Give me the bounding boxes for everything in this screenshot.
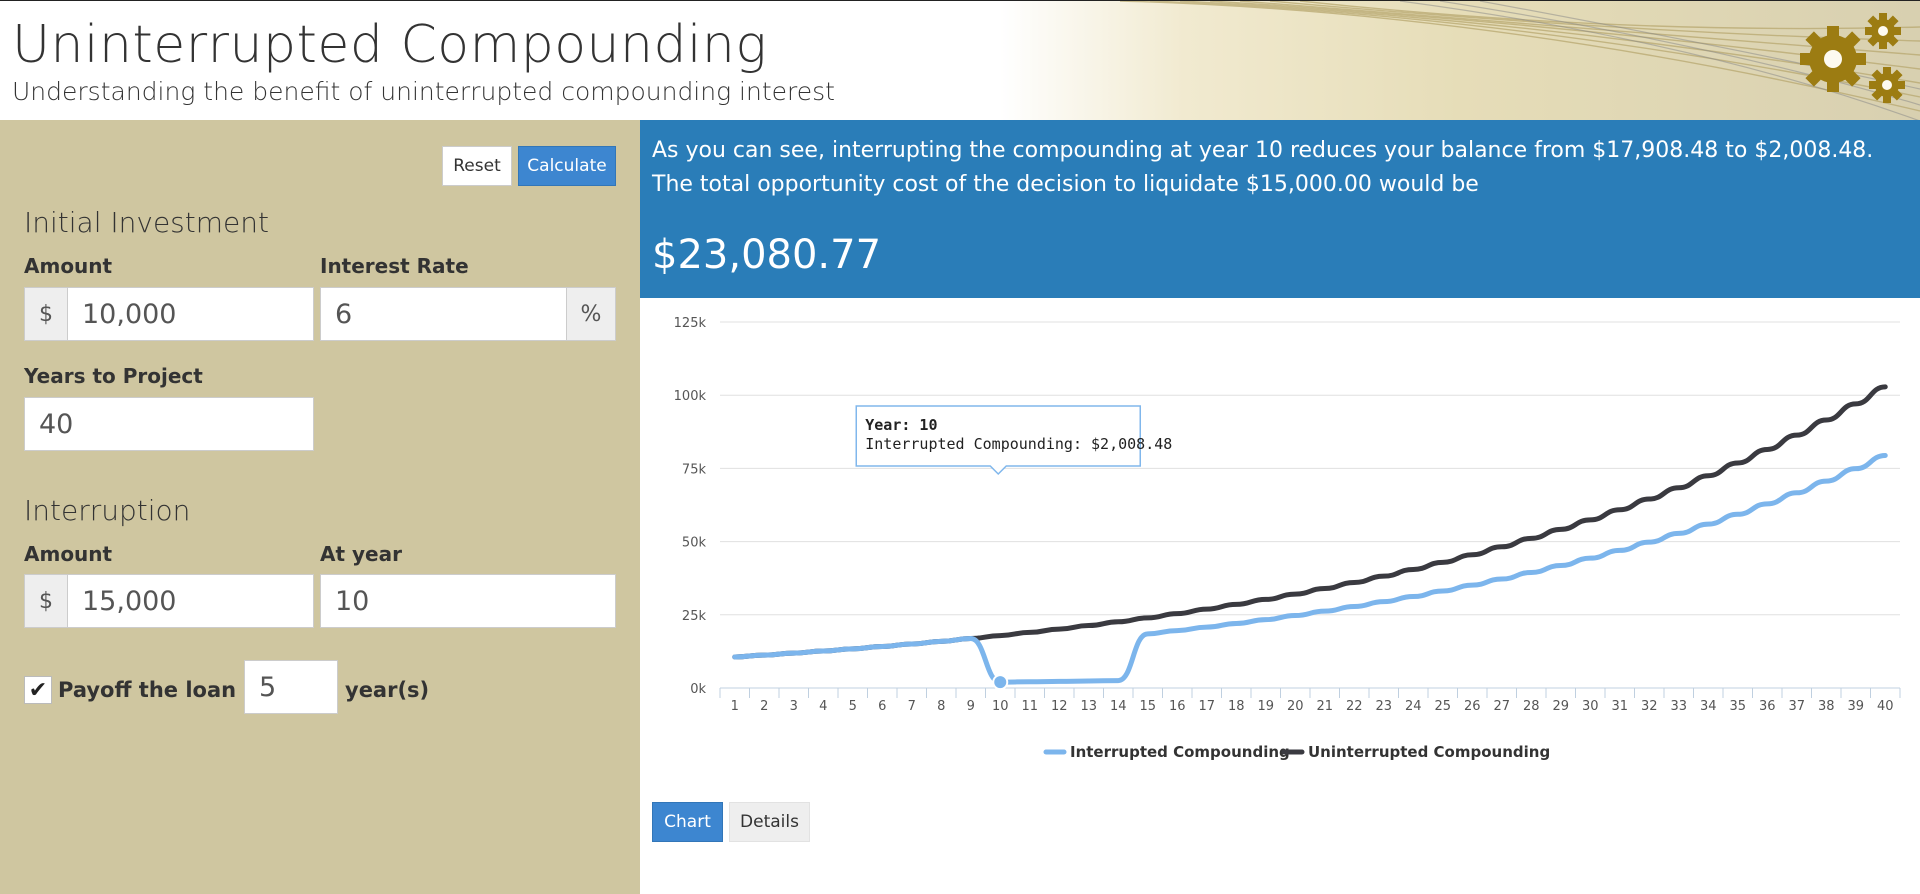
percent-suffix: % (566, 287, 616, 341)
x-tick-label: 40 (1877, 699, 1894, 714)
x-tick-label: 14 (1110, 699, 1127, 714)
x-tick-label: 4 (819, 699, 827, 714)
result-description: As you can see, interrupting the compoun… (652, 138, 1874, 197)
x-tick-label: 12 (1051, 699, 1068, 714)
payoff-years-suffix: year(s) (345, 678, 430, 702)
x-tick-label: 9 (967, 699, 975, 714)
x-tick-label: 21 (1316, 699, 1333, 714)
legend-interrupted-compounding-label: Interrupted Compounding (1070, 743, 1290, 761)
x-tick-label: 3 (790, 699, 798, 714)
legend-uninterrupted-compounding-label: Uninterrupted Compounding (1308, 743, 1550, 761)
opportunity-cost-value: $23,080.77 (652, 232, 882, 278)
x-tick-label: 26 (1464, 699, 1481, 714)
interruption-heading: Interruption (24, 494, 191, 527)
interruption-amount-input[interactable]: 15,000 (67, 574, 314, 628)
x-tick-label: 38 (1818, 699, 1835, 714)
x-tick-label: 16 (1169, 699, 1186, 714)
tooltip-year-line: Year: 10 (865, 416, 937, 434)
chart-tooltip: Year: 10Interrupted Compounding: $2,008.… (855, 405, 1172, 476)
page-subtitle: Understanding the benefit of uninterrupt… (12, 77, 835, 106)
initial-investment-heading: Initial Investment (24, 206, 269, 239)
y-tick-label: 100k (674, 389, 707, 404)
x-tick-label: 33 (1670, 699, 1687, 714)
y-tick-label: 50k (682, 536, 707, 551)
x-tick-label: 10 (992, 699, 1009, 714)
x-tick-label: 1 (731, 699, 739, 714)
interruption-amount-label: Amount (24, 542, 113, 566)
x-tick-label: 24 (1405, 699, 1422, 714)
tab-details[interactable]: Details (729, 802, 810, 842)
x-tick-label: 28 (1523, 699, 1540, 714)
tooltip-value-line: Interrupted Compounding: $2,008.48 (865, 435, 1172, 453)
x-tick-label: 7 (908, 699, 916, 714)
x-tick-label: 32 (1641, 699, 1658, 714)
interest-rate-label: Interest Rate (320, 254, 469, 278)
x-tick-label: 25 (1434, 699, 1451, 714)
x-tick-label: 17 (1198, 699, 1215, 714)
x-tick-label: 37 (1788, 699, 1805, 714)
years-to-project-input[interactable]: 40 (24, 397, 314, 451)
x-tick-label: 31 (1611, 699, 1628, 714)
x-tick-label: 15 (1139, 699, 1156, 714)
x-tick-label: 22 (1346, 699, 1363, 714)
x-tick-label: 8 (937, 699, 945, 714)
checkmark-icon: ✔ (28, 677, 48, 703)
x-tick-label: 19 (1257, 699, 1274, 714)
x-tick-label: 23 (1375, 699, 1392, 714)
x-tick-label: 39 (1847, 699, 1864, 714)
x-tick-label: 20 (1287, 699, 1304, 714)
y-tick-label: 25k (682, 609, 707, 624)
interest-rate-input[interactable]: 6 (320, 287, 567, 341)
x-tick-label: 13 (1080, 699, 1097, 714)
years-to-project-label: Years to Project (24, 364, 203, 388)
page-title: Uninterrupted Compounding (12, 15, 768, 75)
dollar-prefix: $ (24, 287, 68, 341)
payoff-label: Payoff the loan in (58, 678, 266, 702)
payoff-checkbox[interactable]: ✔ (24, 676, 52, 704)
reset-button[interactable]: Reset (442, 146, 512, 186)
at-year-label: At year (320, 542, 402, 566)
x-tick-label: 5 (849, 699, 857, 714)
gears-logo-icon (1800, 13, 1905, 103)
result-summary: As you can see, interrupting the compoun… (640, 120, 1920, 298)
x-tick-label: 2 (760, 699, 768, 714)
y-tick-label: 0k (690, 682, 706, 697)
tab-chart[interactable]: Chart (652, 802, 723, 842)
calculate-button[interactable]: Calculate (518, 146, 616, 186)
amount-label: Amount (24, 254, 113, 278)
line-chart: 0k25k50k75k100k125k1 2 3 4 5 6 7 8 9 10 11 12 13 14 15… (674, 316, 1901, 761)
highlighted-data-point (992, 674, 1009, 691)
x-tick-label: 27 (1493, 699, 1510, 714)
input-panel: Reset Calculate Initial Investment Amoun… (0, 120, 640, 894)
page-header: Uninterrupted Compounding Understanding … (0, 0, 1920, 120)
interruption-year-input[interactable]: 10 (320, 574, 616, 628)
payoff-years-input[interactable]: 5 (244, 660, 338, 714)
x-tick-label: 35 (1729, 699, 1746, 714)
x-tick-label: 6 (878, 699, 886, 714)
x-tick-label: 36 (1759, 699, 1776, 714)
chart-container: 0k 25k 50k 75k 100k 125k 1 2 3 4 5 6 7 8 9 10 11 12 13 14 15… (640, 298, 1920, 788)
y-tick-label: 125k (674, 316, 707, 331)
x-tick-label: 11 (1021, 699, 1038, 714)
dollar-prefix: $ (24, 574, 68, 628)
y-tick-label: 75k (682, 462, 707, 477)
x-tick-label: 29 (1552, 699, 1569, 714)
x-tick-label: 30 (1582, 699, 1599, 714)
x-tick-label: 34 (1700, 699, 1717, 714)
x-tick-label: 18 (1228, 699, 1245, 714)
interrupted-compounding-line (732, 453, 1888, 685)
investment-amount-input[interactable]: 10,000 (67, 287, 314, 341)
